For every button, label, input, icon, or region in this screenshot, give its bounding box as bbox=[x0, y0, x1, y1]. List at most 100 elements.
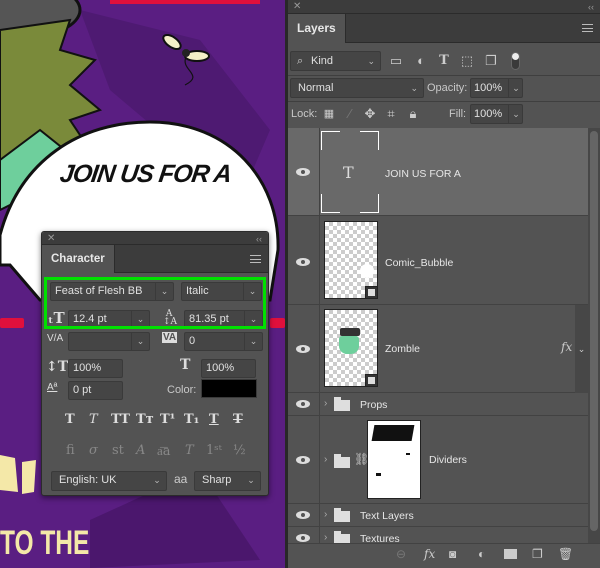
layer-row[interactable]: Comic_Bubble bbox=[288, 216, 588, 305]
delete-layer-icon[interactable]: 🗑︎ bbox=[558, 547, 573, 561]
baseline-shift-input[interactable]: 0 pt bbox=[68, 381, 123, 400]
small-caps-button[interactable]: Tт bbox=[136, 412, 154, 427]
layer-name: Dividers bbox=[429, 454, 467, 466]
ligatures-button[interactable]: ﬁ bbox=[66, 443, 75, 458]
expand-arrow-icon[interactable]: › bbox=[324, 532, 327, 543]
layer-row[interactable]: T JOIN US FOR A bbox=[288, 128, 588, 216]
expand-effects-chevron[interactable]: ⌄ bbox=[575, 305, 588, 393]
faux-italic-button[interactable]: T bbox=[89, 412, 98, 427]
canvas-bottom-text: TO THE bbox=[0, 524, 90, 562]
antialias-icon: aa bbox=[174, 472, 188, 486]
panel-menu-icon[interactable] bbox=[250, 255, 261, 263]
layer-row[interactable]: › ⛓ Dividers bbox=[288, 416, 588, 504]
ordinals-button[interactable]: 1ˢᵗ bbox=[206, 443, 222, 458]
tracking-select[interactable]: 0 ⌄ bbox=[184, 332, 263, 351]
scrollbar-thumb[interactable] bbox=[590, 131, 598, 531]
opacity-input[interactable]: 100% ⌄ bbox=[470, 78, 523, 98]
tab-character[interactable]: Character bbox=[42, 245, 115, 273]
new-adjustment-layer-icon[interactable]: ◐ bbox=[478, 547, 485, 561]
add-layer-style-icon[interactable]: fx bbox=[424, 547, 435, 561]
collapse-icon[interactable]: ‹‹ bbox=[588, 0, 594, 14]
type-layer-filter-icon[interactable]: T bbox=[436, 51, 452, 71]
blend-mode-select[interactable]: Normal ⌄ bbox=[290, 78, 424, 98]
mask-thumbnail bbox=[367, 420, 421, 499]
expand-arrow-icon[interactable]: › bbox=[324, 509, 327, 520]
eye-icon[interactable] bbox=[296, 345, 310, 353]
new-group-icon[interactable] bbox=[504, 549, 517, 559]
discretionary-ligatures-button[interactable]: st bbox=[112, 443, 124, 458]
lock-position-icon[interactable]: ✥ bbox=[362, 104, 378, 124]
lock-row: Lock: ▦ ⁄ ✥ ⌗ 🔒︎ Fill: 100% ⌄ bbox=[288, 102, 600, 129]
adjustment-layer-filter-icon[interactable]: ◐ bbox=[413, 51, 429, 71]
add-mask-icon[interactable]: ◙ bbox=[449, 547, 456, 561]
lock-image-pixels-icon[interactable]: ⁄ bbox=[342, 104, 358, 124]
folder-icon bbox=[334, 531, 350, 543]
bubble-shape-thumbnail bbox=[360, 264, 374, 278]
layers-footer-toolbar: ⊖ fx ◙ ◐ ❐ 🗑︎ bbox=[288, 543, 600, 568]
strikethrough-button[interactable]: T bbox=[233, 412, 243, 427]
layer-row[interactable]: › Text Layers bbox=[288, 504, 588, 527]
stylistic-alternates-button[interactable]: a͞a bbox=[157, 443, 171, 459]
antialias-select[interactable]: Sharp ⌄ bbox=[194, 471, 261, 491]
link-layers-icon[interactable]: ⊖ bbox=[396, 547, 406, 561]
eye-icon[interactable] bbox=[296, 400, 310, 408]
underline-button[interactable]: T bbox=[209, 412, 219, 427]
fx-icon[interactable]: fx bbox=[561, 340, 572, 354]
pixel-layer-filter-icon[interactable]: ▭ bbox=[388, 51, 404, 71]
panel-menu-icon[interactable] bbox=[582, 24, 593, 32]
close-icon[interactable]: ✕ bbox=[47, 232, 55, 246]
subscript-button[interactable]: T₁ bbox=[184, 412, 199, 427]
close-icon[interactable]: ✕ bbox=[293, 0, 301, 14]
lock-label: Lock: bbox=[291, 108, 318, 120]
layer-row[interactable]: › Textures bbox=[288, 527, 588, 543]
old-style-button[interactable]: σ bbox=[89, 443, 98, 458]
language-select[interactable]: English: UK ⌄ bbox=[51, 471, 167, 491]
eye-icon[interactable] bbox=[296, 258, 310, 266]
kerning-select[interactable]: ⌄ bbox=[68, 332, 150, 351]
faux-bold-button[interactable]: T bbox=[65, 412, 75, 427]
eye-icon[interactable] bbox=[296, 534, 310, 542]
eye-icon[interactable] bbox=[296, 168, 310, 176]
fill-input[interactable]: 100% ⌄ bbox=[470, 104, 523, 124]
collapse-icon[interactable]: ‹‹ bbox=[256, 232, 262, 246]
tab-layers[interactable]: Layers bbox=[288, 14, 346, 43]
layers-scrollbar[interactable] bbox=[588, 128, 600, 543]
lock-artboard-icon[interactable]: ⌗ bbox=[383, 104, 399, 124]
smart-object-icon bbox=[365, 286, 378, 299]
layer-row[interactable]: Zomble fx ⌄ bbox=[288, 305, 588, 393]
shape-layer-filter-icon[interactable]: ⬚ bbox=[459, 51, 475, 71]
horizontal-scale-input[interactable]: 100% bbox=[201, 359, 256, 378]
eye-icon[interactable] bbox=[296, 511, 310, 519]
fill-label: Fill: bbox=[449, 108, 467, 120]
layers-tab-bar: Layers bbox=[288, 14, 600, 43]
eye-icon[interactable] bbox=[296, 456, 310, 464]
chevron-down-icon: ⌄ bbox=[131, 333, 149, 350]
lock-all-icon[interactable]: 🔒︎ bbox=[405, 104, 421, 124]
character-panel-titlebar[interactable]: ✕ ‹‹ bbox=[42, 232, 268, 245]
chevron-down-icon: ⌄ bbox=[244, 333, 262, 350]
new-layer-icon[interactable]: ❐ bbox=[532, 547, 543, 561]
chevron-down-icon[interactable]: ⌄ bbox=[508, 105, 523, 123]
vertical-scale-input[interactable]: 100% bbox=[68, 359, 123, 378]
text-layer-thumbnail: T bbox=[321, 131, 379, 213]
filter-toggle[interactable] bbox=[511, 52, 520, 70]
chevron-down-icon[interactable]: ⌄ bbox=[508, 79, 523, 97]
swash-button[interactable]: A bbox=[136, 443, 145, 458]
lock-transparent-pixels-icon[interactable]: ▦ bbox=[321, 104, 337, 124]
chevron-down-icon: ⌄ bbox=[410, 83, 418, 93]
kerning-icon: V/A bbox=[47, 333, 64, 344]
chevron-down-icon: ⌄ bbox=[153, 475, 161, 485]
superscript-button[interactable]: T¹ bbox=[160, 412, 175, 427]
text-color-swatch[interactable] bbox=[201, 379, 257, 398]
baseline-shift-icon: Aª bbox=[47, 382, 58, 393]
layer-thumbnail bbox=[324, 221, 378, 299]
all-caps-button[interactable]: TT bbox=[111, 412, 130, 427]
folder-icon bbox=[334, 454, 350, 468]
expand-arrow-icon[interactable]: › bbox=[324, 398, 327, 409]
titling-alternates-button[interactable]: T bbox=[185, 443, 194, 458]
expand-arrow-icon[interactable]: › bbox=[324, 454, 327, 465]
filter-kind-select[interactable]: ⌕ Kind ⌄ bbox=[290, 51, 381, 71]
layer-row[interactable]: › Props bbox=[288, 393, 588, 416]
smart-object-filter-icon[interactable]: ❐ bbox=[483, 51, 499, 71]
fractions-button[interactable]: ½ bbox=[233, 443, 246, 458]
